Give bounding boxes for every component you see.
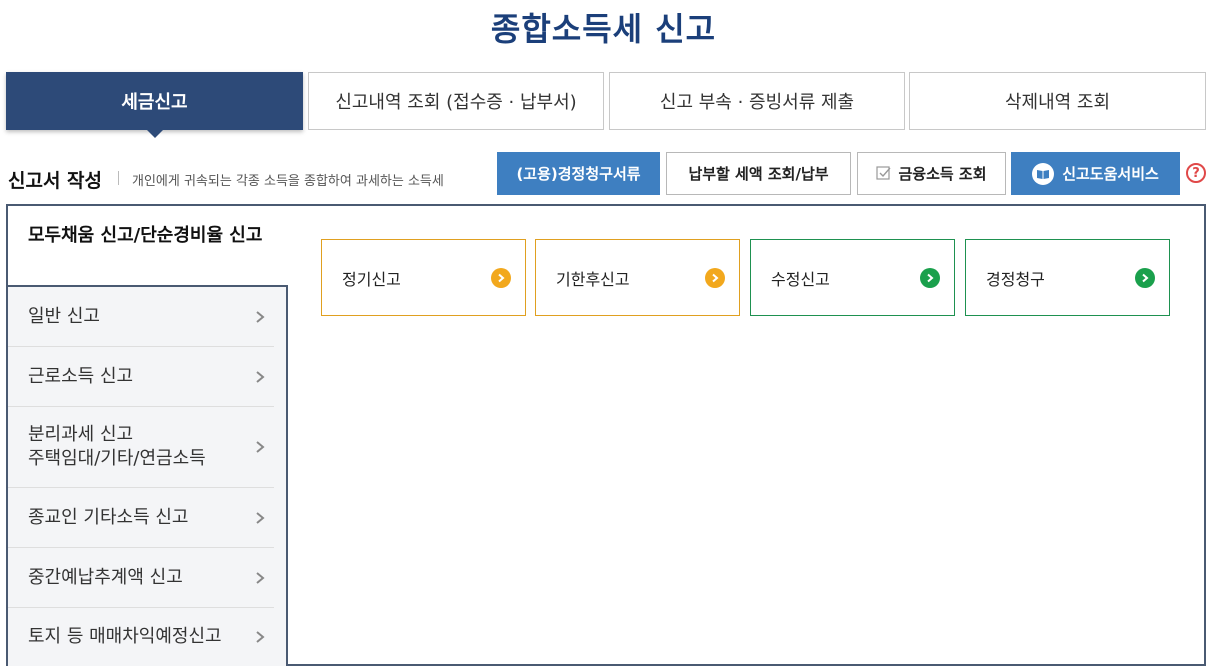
tab-document-submission[interactable]: 신고 부속 · 증빙서류 제출 — [609, 72, 905, 130]
tax-payment-button[interactable]: 납부할 세액 조회/납부 — [666, 152, 851, 195]
regular-filing-card[interactable]: 정기신고 — [321, 239, 526, 316]
tab-bar: 세금신고 신고내역 조회 (접수증 · 납부서) 신고 부속 · 증빙서류 제출… — [6, 72, 1206, 138]
filing-panel: 모두채움 신고/단순경비율 신고 일반 신고 근로소득 신고 분리과세 신고 주… — [6, 204, 1206, 666]
card-label: 기한후신고 — [556, 269, 630, 289]
sidebar-item-land-sale-gain-filing[interactable]: 토지 등 매매차익예정신고 — [8, 608, 274, 666]
chevron-right-icon — [256, 631, 265, 643]
chevron-right-icon — [256, 310, 265, 323]
sidebar-item-general-filing[interactable]: 일반 신고 — [8, 287, 274, 347]
arrow-right-icon — [705, 267, 725, 288]
tab-tax-filing[interactable]: 세금신고 — [6, 72, 303, 138]
chevron-right-icon — [256, 441, 265, 453]
help-service-button[interactable]: 신고도움서비스 — [1011, 152, 1180, 195]
claim-documents-button[interactable]: (고용)경정청구서류 — [497, 152, 660, 195]
book-icon — [1032, 162, 1055, 185]
section-heading: 신고서 작성 — [8, 170, 103, 192]
sidebar-item-label: 중간예납추계액 신고 — [28, 566, 183, 588]
sidebar-item-label: 토지 등 매매차익예정신고 — [28, 626, 222, 647]
sidebar-item-label: 일반 신고 — [28, 305, 100, 327]
financial-income-button[interactable]: 금융소득 조회 — [857, 152, 1006, 195]
question-mark-icon[interactable]: ? — [1186, 163, 1206, 183]
arrow-right-icon — [491, 267, 511, 288]
late-filing-card[interactable]: 기한후신고 — [535, 239, 740, 316]
card-label: 수정신고 — [771, 269, 830, 289]
sidebar-item-religious-income-filing[interactable]: 종교인 기타소득 신고 — [8, 488, 274, 548]
correction-claim-card[interactable]: 경정청구 — [965, 239, 1170, 316]
sidebar-item-label: 분리과세 신고 주택임대/기타/연금소득 — [28, 424, 206, 469]
section-description: 개인에게 귀속되는 각종 소득을 종합하여 과세하는 소득세 — [132, 174, 444, 189]
sidebar-item-label: 근로소득 신고 — [28, 365, 134, 387]
checkbox-icon — [876, 166, 892, 180]
card-label: 경정청구 — [986, 269, 1045, 289]
filing-type-sidebar: 모두채움 신고/단순경비율 신고 일반 신고 근로소득 신고 분리과세 신고 주… — [8, 206, 288, 666]
chevron-right-icon — [256, 511, 265, 524]
sidebar-item-label: 종교인 기타소득 신고 — [28, 506, 189, 528]
sidebar-list: 일반 신고 근로소득 신고 분리과세 신고 주택임대/기타/연금소득 종교인 기… — [8, 285, 288, 666]
sidebar-item-interim-prepayment-filing[interactable]: 중간예납추계액 신고 — [8, 548, 274, 608]
sidebar-item-separate-taxation-filing[interactable]: 분리과세 신고 주택임대/기타/연금소득 — [8, 407, 274, 488]
amended-filing-card[interactable]: 수정신고 — [750, 239, 955, 316]
financial-income-label: 금융소득 조회 — [898, 165, 987, 183]
section-divider — [118, 171, 119, 185]
sidebar-item-prefilled-filing[interactable]: 모두채움 신고/단순경비율 신고 — [8, 206, 288, 285]
card-label: 정기신고 — [342, 269, 401, 289]
sidebar-item-earned-income-filing[interactable]: 근로소득 신고 — [8, 347, 274, 407]
chevron-right-icon — [256, 571, 265, 584]
arrow-right-icon — [920, 267, 940, 288]
chevron-right-icon — [256, 370, 265, 383]
tab-filing-history[interactable]: 신고내역 조회 (접수증 · 납부서) — [308, 72, 604, 130]
tab-deleted-history[interactable]: 삭제내역 조회 — [909, 72, 1206, 130]
help-service-label: 신고도움서비스 — [1062, 165, 1159, 183]
arrow-right-icon — [1135, 267, 1155, 288]
page-title: 종합소득세 신고 — [490, 10, 717, 48]
